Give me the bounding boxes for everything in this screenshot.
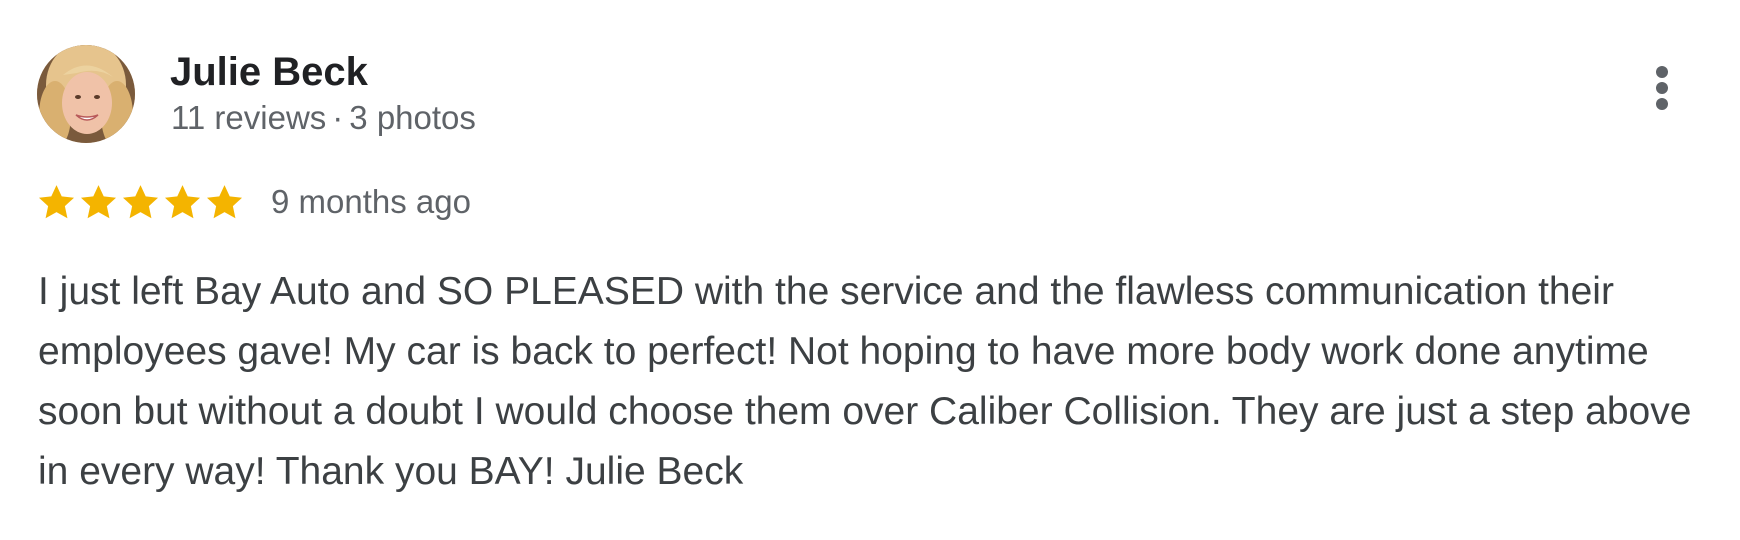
reviewer-name[interactable]: Julie Beck [170,47,368,97]
review-card: Julie Beck 11 reviews · 3 photos 9 months … [0,0,1740,540]
more-vert-icon-dot [1656,98,1668,110]
more-options-button[interactable] [1640,66,1684,126]
meta-separator: · [332,99,344,136]
rating-row: 9 months ago [36,178,471,226]
star-rating [36,182,245,223]
star-icon [80,184,117,218]
star-icon [206,184,243,218]
avatar-photo [37,45,135,143]
photos-count: 3 photos [349,99,476,136]
reviewer-meta: 11 reviews · 3 photos [171,96,476,140]
review-time: 9 months ago [271,183,471,220]
reviews-count: 11 reviews [171,99,327,136]
more-vert-icon-dot [1656,82,1668,94]
avatar[interactable] [37,45,135,143]
star-icon [164,184,201,218]
star-icon [122,184,159,218]
review-text: I just left Bay Auto and SO PLEASED with… [38,270,1692,493]
more-vert-icon-dot [1656,66,1668,78]
star-icon [38,184,75,218]
